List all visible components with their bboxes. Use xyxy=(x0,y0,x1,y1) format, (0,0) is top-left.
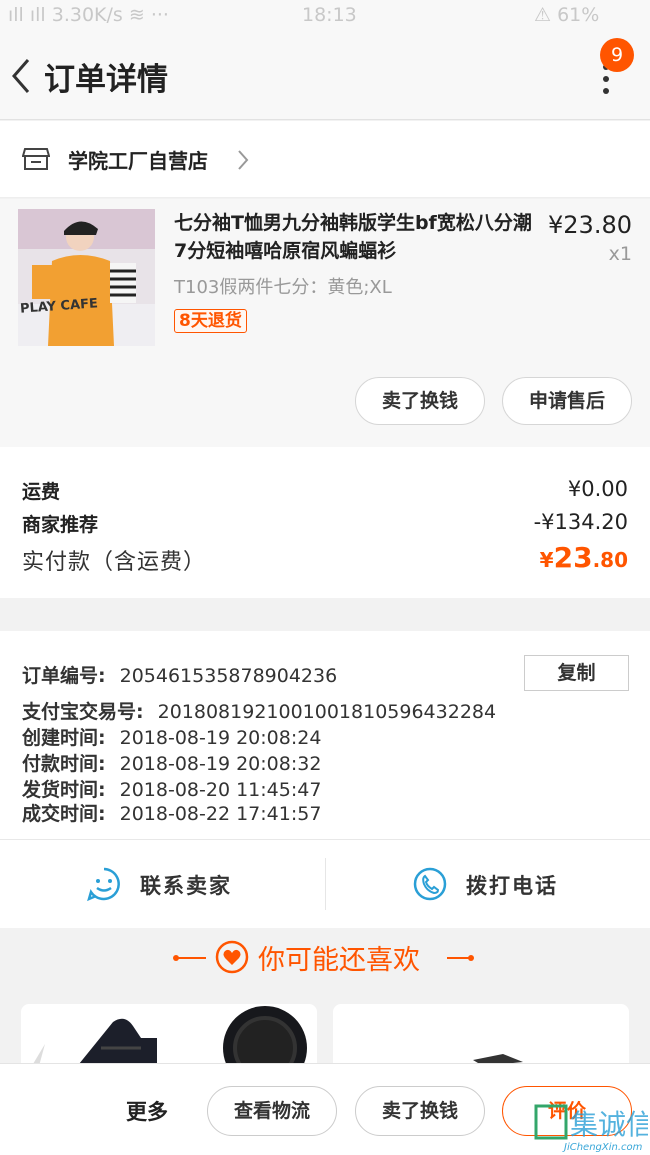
nav-bar: 订单详情 9 xyxy=(0,34,650,120)
sell-for-cash-button[interactable]: 卖了换钱 xyxy=(355,377,485,425)
paid-integer: 23 xyxy=(553,541,593,574)
paid-time-line: 付款时间: 2018-08-19 20:08:32 xyxy=(22,753,322,775)
view-logistics-button[interactable]: 查看物流 xyxy=(207,1086,337,1136)
product-title[interactable]: 七分袖T恤男九分袖韩版学生bf宽松八分潮7分短袖嘻哈原宿风蝙蝠衫 xyxy=(174,209,536,265)
paid-label: 实付款（含运费） xyxy=(22,550,207,575)
decor-line-left xyxy=(178,957,206,959)
sell-for-cash-bottom-button[interactable]: 卖了换钱 xyxy=(355,1086,485,1136)
product-image[interactable]: PLAY CAFE xyxy=(18,209,155,346)
call-phone-label: 拨打电话 xyxy=(466,874,558,898)
paid-amount: ¥23.80 xyxy=(540,541,628,574)
watermark-glyphs: 集诚信 xyxy=(570,1108,648,1141)
alipay-trade-line: 支付宝交易号: 2018081921001001810596432284 xyxy=(22,701,497,723)
more-button[interactable]: 更多 xyxy=(126,1096,168,1126)
order-number: 205461535878904236 xyxy=(119,665,338,687)
contact-seller-label: 联系卖家 xyxy=(140,874,232,898)
clock: 18:13 xyxy=(302,4,357,26)
product-quantity: x1 xyxy=(608,243,632,265)
copy-order-button[interactable]: 复制 xyxy=(524,655,629,691)
discount-label: 商家推荐 xyxy=(22,514,99,536)
after-sale-button[interactable]: 申请售后 xyxy=(502,377,632,425)
back-arrow-icon[interactable] xyxy=(6,56,34,96)
paid-currency: ¥ xyxy=(539,548,554,572)
status-bar: ıll ıll 3.30K/s ≋ ··· 18:13 ⚠ 61% xyxy=(0,0,650,34)
store-icon xyxy=(22,148,50,170)
product-sku: T103假两件七分：黄色;XL xyxy=(174,277,392,298)
signal-status: ıll ıll 3.30K/s ≋ ··· xyxy=(8,4,169,26)
chevron-right-icon xyxy=(238,150,249,170)
watermark-text: JiChengXin.com xyxy=(564,1142,643,1153)
decor-dot-right xyxy=(468,955,474,961)
recommend-header: 你可能还喜欢 xyxy=(0,928,650,1004)
order-info: 复制 订单编号: 205461535878904236 支付宝交易号: 201808… xyxy=(0,631,650,840)
battery-status: ⚠ 61% xyxy=(534,4,600,26)
phone-icon xyxy=(413,867,447,901)
discount-value: -¥134.20 xyxy=(533,510,628,534)
shop-name: 学院工厂自营店 xyxy=(68,149,208,173)
order-number-line: 订单编号: 205461535878904236 xyxy=(22,665,338,687)
shipped-time-line: 发货时间: 2018-08-20 11:45:47 xyxy=(22,779,322,801)
contact-bar: 联系卖家 拨打电话 xyxy=(0,840,650,928)
call-phone-button[interactable]: 拨打电话 xyxy=(325,840,650,928)
shipping-value: ¥0.00 xyxy=(567,477,628,501)
contact-seller-button[interactable]: 联系卖家 xyxy=(0,840,325,928)
page-title: 订单详情 xyxy=(44,62,168,98)
return-policy-badge: 8天退货 xyxy=(174,309,247,333)
recommend-title: 你可能还喜欢 xyxy=(258,945,420,976)
chat-smile-icon xyxy=(87,867,120,902)
completed-time-line: 成交时间: 2018-08-22 17:41:57 xyxy=(22,803,322,825)
decor-line-right xyxy=(447,957,469,959)
notification-badge: 9 xyxy=(600,38,634,72)
shipping-label: 运费 xyxy=(22,481,61,503)
product-price: ¥23.80 xyxy=(548,211,632,239)
heart-icon xyxy=(215,940,249,974)
created-time-line: 创建时间: 2018-08-19 20:08:24 xyxy=(22,727,322,749)
shop-row[interactable]: 学院工厂自营店 xyxy=(0,121,650,198)
fee-summary: 运费 ¥0.00 商家推荐 -¥134.20 实付款（含运费） ¥23.80 xyxy=(0,447,650,598)
paid-decimal: .80 xyxy=(592,548,628,572)
product-card: PLAY CAFE 七分袖T恤男九分袖韩版学生bf宽松八分潮7分短袖嘻哈原宿风蝙… xyxy=(0,199,650,447)
